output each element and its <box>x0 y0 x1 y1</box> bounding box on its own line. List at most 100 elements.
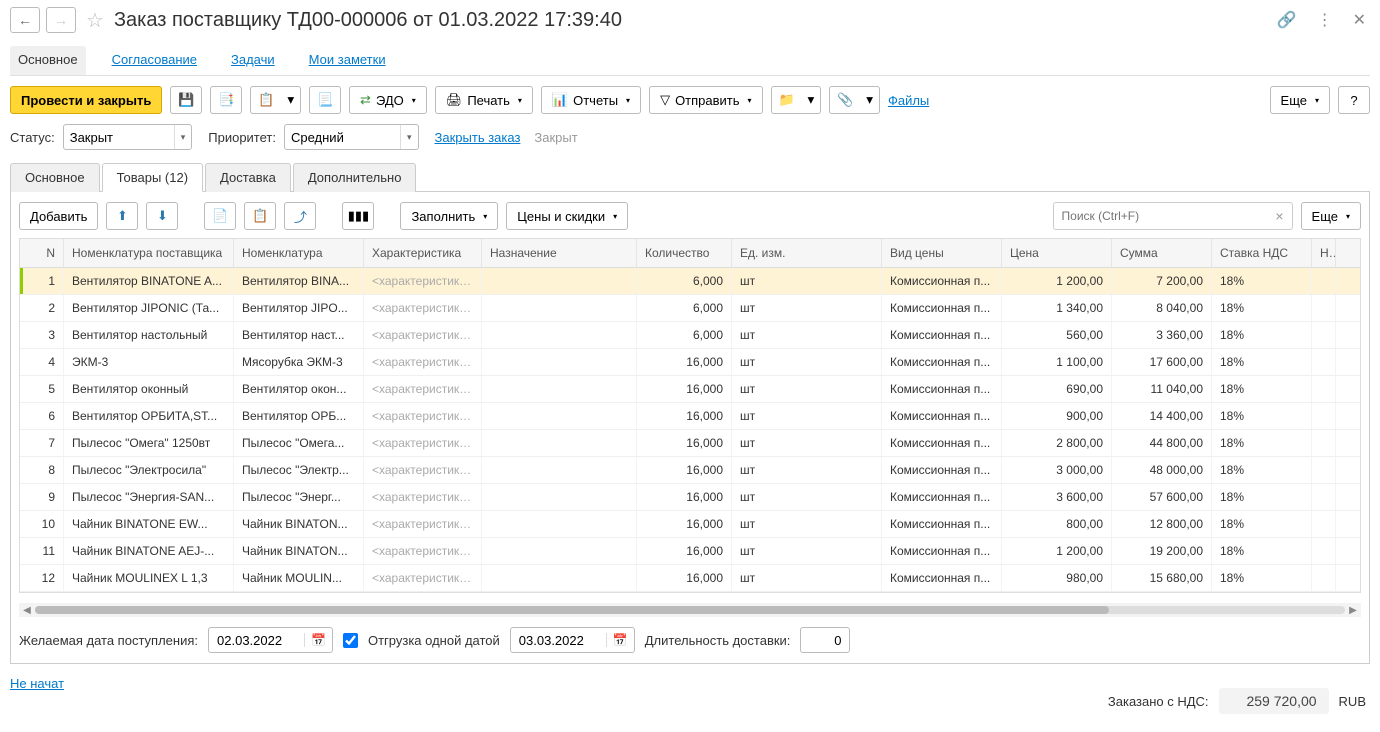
close-order-link[interactable]: Закрыть заказ <box>435 130 521 145</box>
barcode-button[interactable]: ▮▮▮ <box>342 202 374 230</box>
calendar-icon[interactable]: 📅 <box>606 633 634 647</box>
section-tab-tasks[interactable]: Задачи <box>223 46 283 75</box>
folder-dropdown[interactable]: ▾ <box>802 86 822 114</box>
priority-input[interactable] <box>285 127 400 148</box>
chevron-down-icon[interactable]: ▾ <box>400 125 418 149</box>
cell-n: 3 <box>20 322 64 348</box>
table-row[interactable]: 9Пылесос "Энергия-SAN...Пылесос "Энерг..… <box>20 484 1360 511</box>
fill-button[interactable]: Заполнить▾ <box>400 202 498 230</box>
scroll-left-icon[interactable]: ◀ <box>19 605 35 616</box>
col-n[interactable]: N <box>20 239 64 267</box>
horizontal-scrollbar[interactable]: ◀ ▶ <box>19 603 1361 617</box>
col-assign[interactable]: Назначение <box>482 239 637 267</box>
desired-date-field[interactable] <box>209 630 304 651</box>
ship-date-input[interactable]: 📅 <box>510 627 635 653</box>
scroll-thumb[interactable] <box>35 606 1109 614</box>
attach-dropdown[interactable]: ▾ <box>860 86 880 114</box>
move-down-button[interactable]: ⬇ <box>146 202 178 230</box>
table-row[interactable]: 1Вентилятор BINATONE A...Вентилятор BINA… <box>20 268 1360 295</box>
files-link[interactable]: Файлы <box>888 93 929 108</box>
favorite-star-icon[interactable]: ☆ <box>82 8 108 33</box>
cell-n: 11 <box>20 538 64 564</box>
paste-row-button[interactable]: 📋 <box>244 202 276 230</box>
cell-n: 9 <box>20 484 64 510</box>
col-vat[interactable]: Ставка НДС <box>1212 239 1312 267</box>
kebab-menu-icon[interactable]: ⋮ <box>1313 6 1337 34</box>
cell-price: 1 200,00 <box>1002 268 1112 294</box>
send-button[interactable]: ▽Отправить▾ <box>649 86 762 114</box>
col-sum[interactable]: Сумма <box>1112 239 1212 267</box>
folder-icon-button[interactable]: 📁 <box>771 86 803 114</box>
close-icon[interactable]: ✕ <box>1349 6 1370 34</box>
table-row[interactable]: 10Чайник BINATONE EW...Чайник BINATON...… <box>20 511 1360 538</box>
more-button[interactable]: Еще▾ <box>1270 86 1330 114</box>
not-started-link[interactable]: Не начат <box>10 676 64 691</box>
status-input[interactable] <box>64 127 174 148</box>
attach-icon-button[interactable]: 📎 <box>829 86 861 114</box>
col-qty[interactable]: Количество <box>637 239 732 267</box>
col-price[interactable]: Цена <box>1002 239 1112 267</box>
doc-tab-delivery[interactable]: Доставка <box>205 163 291 192</box>
table-more-button[interactable]: Еще▾ <box>1301 202 1361 230</box>
section-tab-main[interactable]: Основное <box>10 46 86 75</box>
send-icon: ▽ <box>660 92 670 108</box>
cell-price: 560,00 <box>1002 322 1112 348</box>
document-icon-button[interactable]: 📃 <box>309 86 341 114</box>
col-last[interactable]: Н <box>1312 239 1336 267</box>
doc-tab-main[interactable]: Основное <box>10 163 100 192</box>
section-tab-approval[interactable]: Согласование <box>104 46 205 75</box>
section-tab-notes[interactable]: Мои заметки <box>301 46 394 75</box>
post-icon-button[interactable]: 📑 <box>210 86 242 114</box>
col-nom[interactable]: Номенклатура <box>234 239 364 267</box>
ship-date-field[interactable] <box>511 630 606 651</box>
copy-icon-button[interactable]: 📋 <box>250 86 282 114</box>
desired-date-input[interactable]: 📅 <box>208 627 333 653</box>
forward-button[interactable]: → <box>46 7 76 33</box>
submit-close-button[interactable]: Провести и закрыть <box>10 86 162 114</box>
price-discount-button[interactable]: Цены и скидки▾ <box>506 202 628 230</box>
table-search[interactable]: × <box>1053 202 1293 230</box>
link-icon[interactable]: 🔗 <box>1273 6 1301 34</box>
table-row[interactable]: 5Вентилятор оконныйВентилятор окон...<ха… <box>20 376 1360 403</box>
table-row[interactable]: 12Чайник MOULINEX L 1,3Чайник MOULIN...<… <box>20 565 1360 592</box>
col-ptype[interactable]: Вид цены <box>882 239 1002 267</box>
col-unit[interactable]: Ед. изм. <box>732 239 882 267</box>
table-row[interactable]: 8Пылесос "Электросила"Пылесос "Электр...… <box>20 457 1360 484</box>
share-button[interactable]: ⤴ <box>284 202 316 230</box>
table-row[interactable]: 2Вентилятор JIPONIC (Та...Вентилятор JIP… <box>20 295 1360 322</box>
move-up-button[interactable]: ⬆ <box>106 202 138 230</box>
add-row-button[interactable]: Добавить <box>19 202 98 230</box>
col-char[interactable]: Характеристика <box>364 239 482 267</box>
cell-qty: 16,000 <box>637 565 732 591</box>
cell-assign <box>482 457 637 483</box>
status-combo[interactable]: ▾ <box>63 124 193 150</box>
table-row[interactable]: 6Вентилятор ОРБИТА,ST...Вентилятор ОРБ..… <box>20 403 1360 430</box>
doc-tab-goods[interactable]: Товары (12) <box>102 163 203 192</box>
clear-search-icon[interactable]: × <box>1267 208 1291 224</box>
col-supplier-nom[interactable]: Номенклатура поставщика <box>64 239 234 267</box>
edo-button[interactable]: ⇄ЭДО▾ <box>349 86 427 114</box>
back-button[interactable]: ← <box>10 7 40 33</box>
save-icon-button[interactable]: 💾 <box>170 86 202 114</box>
doc-tab-extra[interactable]: Дополнительно <box>293 163 417 192</box>
copy-row-button[interactable]: 📄 <box>204 202 236 230</box>
duration-input[interactable] <box>800 627 850 653</box>
table-row[interactable]: 3Вентилятор настольныйВентилятор наст...… <box>20 322 1360 349</box>
help-button[interactable]: ? <box>1338 86 1370 114</box>
ship-one-date-checkbox[interactable] <box>343 633 358 648</box>
priority-combo[interactable]: ▾ <box>284 124 419 150</box>
cell-char: <характеристики... <box>364 376 482 402</box>
table-row[interactable]: 4ЭКМ-3Мясорубка ЭКМ-3<характеристики...1… <box>20 349 1360 376</box>
cell-sum: 44 800,00 <box>1112 430 1212 456</box>
table-row[interactable]: 11Чайник BINATONE AEJ-...Чайник BINATON.… <box>20 538 1360 565</box>
table-row[interactable]: 7Пылесос "Омега" 1250втПылесос "Омега...… <box>20 430 1360 457</box>
chevron-down-icon[interactable]: ▾ <box>174 125 192 149</box>
cell-sum: 11 040,00 <box>1112 376 1212 402</box>
calendar-icon[interactable]: 📅 <box>304 633 332 647</box>
scroll-right-icon[interactable]: ▶ <box>1345 605 1361 616</box>
copy-dropdown[interactable]: ▾ <box>281 86 301 114</box>
cell-last <box>1312 430 1336 456</box>
reports-button[interactable]: 📊Отчеты▾ <box>541 86 641 114</box>
print-button[interactable]: 🖨Печать▾ <box>435 86 533 114</box>
search-input[interactable] <box>1054 206 1268 226</box>
